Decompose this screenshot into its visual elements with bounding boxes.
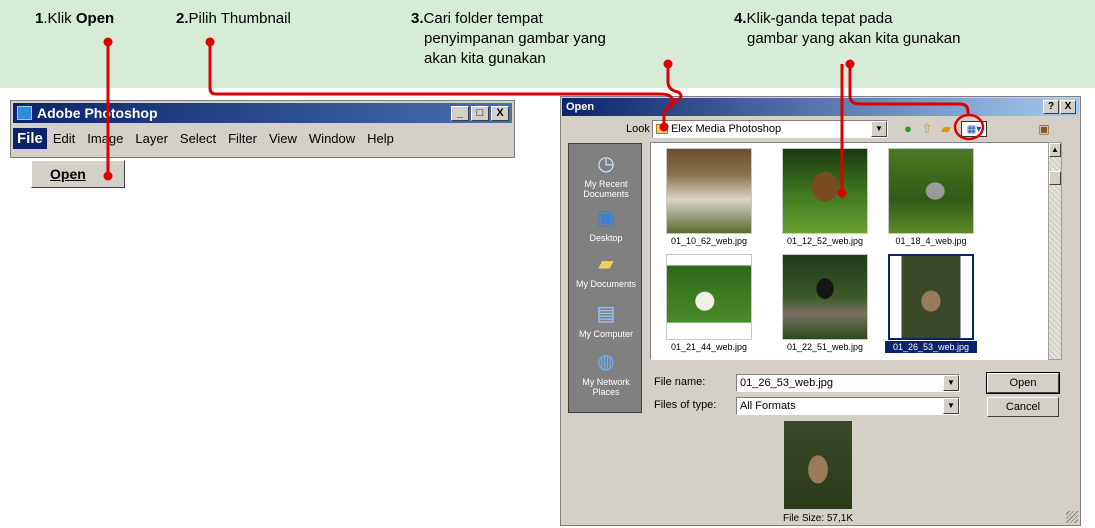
place-desktop[interactable]: ▣ Desktop	[569, 206, 643, 243]
menu-bar: File Edit Image Layer Select Filter View…	[13, 126, 512, 150]
file-name-caption: 01_12_52_web.jpg	[786, 236, 864, 246]
back-icon[interactable]: ●	[899, 121, 917, 137]
step-2-text: 2.Pilih Thumbnail	[176, 10, 291, 27]
file-name-caption: 01_21_44_web.jpg	[670, 342, 748, 352]
places-bar: ◷ My Recent Documents ▣ Desktop ▰ My Doc…	[568, 143, 642, 413]
thumbnail-image	[666, 254, 752, 340]
file-thumb[interactable]: 01_12_52_web.jpg	[779, 145, 871, 249]
folder-icon	[656, 124, 668, 134]
chevron-down-icon[interactable]: ▼	[943, 375, 959, 391]
place-recent[interactable]: ◷ My Recent Documents	[569, 152, 643, 199]
menu-filter[interactable]: Filter	[222, 131, 263, 146]
file-size-text: File Size: 57,1K	[782, 513, 854, 524]
views-menu-icon[interactable]: ▦▾	[961, 121, 987, 137]
file-thumb[interactable]: 01_22_51_web.jpg	[779, 251, 871, 355]
up-folder-icon[interactable]: ⇧	[918, 121, 936, 137]
open-button[interactable]: Open	[986, 372, 1060, 394]
recent-icon: ◷	[597, 153, 615, 175]
menu-file[interactable]: File	[13, 127, 47, 149]
menu-image[interactable]: Image	[81, 131, 129, 146]
cancel-button[interactable]: Cancel	[987, 397, 1059, 417]
files-of-type-dropdown[interactable]: All Formats ▼	[736, 397, 960, 415]
new-folder-icon[interactable]: ▰	[937, 121, 955, 137]
scroll-thumb[interactable]	[1049, 171, 1061, 185]
file-name-field[interactable]: 01_26_53_web.jpg ▼	[736, 374, 960, 392]
file-name-caption: 01_18_4_web.jpg	[895, 236, 967, 246]
file-thumbnail-list: 01_10_62_web.jpg 01_12_52_web.jpg 01_18_…	[650, 142, 1050, 360]
look-in-value: Elex Media Photoshop	[671, 123, 782, 135]
step-3-text: 3.Cari folder tempat penyimpanan gambar …	[411, 10, 606, 67]
menu-window[interactable]: Window	[303, 131, 361, 146]
file-thumb[interactable]: 01_21_44_web.jpg	[663, 251, 755, 355]
vertical-scrollbar[interactable]: ▲	[1048, 142, 1062, 360]
file-thumb[interactable]: 01_10_62_web.jpg	[663, 145, 755, 249]
dialog-titlebar: Open ? X	[562, 98, 1079, 116]
menu-layer[interactable]: Layer	[129, 131, 174, 146]
preview-image	[784, 421, 852, 509]
computer-icon: ▤	[596, 303, 616, 325]
open-dialog: Open ? X Look in: Elex Media Photoshop ▼…	[560, 96, 1081, 526]
scroll-up-icon[interactable]: ▲	[1049, 143, 1061, 157]
maximize-button[interactable]: □	[471, 106, 489, 121]
menu-edit[interactable]: Edit	[47, 131, 81, 146]
resize-grip-icon[interactable]	[1066, 511, 1078, 523]
thumbnail-image	[782, 148, 868, 234]
place-network[interactable]: ◍ My Network Places	[569, 350, 643, 397]
minimize-button[interactable]: _	[451, 106, 469, 121]
menu-view[interactable]: View	[263, 131, 303, 146]
open-menu-item[interactable]: Open	[31, 160, 125, 188]
photoshop-window: Adobe Photoshop _ □ X File Edit Image La…	[10, 100, 515, 158]
folder-options-icon[interactable]: ▣	[1035, 121, 1053, 137]
menu-select[interactable]: Select	[174, 131, 222, 146]
instruction-banner: 1.Klik Open 2.Pilih Thumbnail 3.Cari fol…	[0, 0, 1095, 88]
step-1-text: 1.Klik Open	[35, 10, 115, 27]
thumbnail-image	[782, 254, 868, 340]
file-thumb[interactable]: 01_18_4_web.jpg	[885, 145, 977, 249]
chevron-down-icon[interactable]: ▼	[943, 398, 959, 414]
thumbnail-image	[888, 254, 974, 340]
files-of-type-label: Files of type:	[654, 399, 717, 411]
thumbnail-image	[888, 148, 974, 234]
help-button[interactable]: ?	[1043, 100, 1059, 114]
dialog-close-button[interactable]: X	[1060, 100, 1076, 114]
window-title: Adobe Photoshop	[37, 105, 158, 121]
menu-help[interactable]: Help	[361, 131, 400, 146]
chevron-down-icon[interactable]: ▼	[871, 121, 887, 137]
file-name-caption: 01_22_51_web.jpg	[786, 342, 864, 352]
desktop-icon: ▣	[596, 207, 616, 229]
file-name-caption: 01_26_53_web.jpg	[885, 341, 977, 353]
photoshop-titlebar: Adobe Photoshop _ □ X	[13, 103, 512, 123]
place-computer[interactable]: ▤ My Computer	[569, 302, 643, 339]
thumbnail-image	[666, 148, 752, 234]
close-button[interactable]: X	[491, 106, 509, 121]
step-4-text: 4.Klik-ganda tepat pada gambar yang akan…	[734, 10, 961, 47]
place-documents[interactable]: ▰ My Documents	[569, 252, 643, 289]
file-name-caption: 01_10_62_web.jpg	[670, 236, 748, 246]
network-icon: ◍	[597, 351, 615, 373]
dialog-title: Open	[566, 101, 595, 113]
look-in-dropdown[interactable]: Elex Media Photoshop ▼	[652, 120, 888, 138]
photoshop-logo-icon	[17, 106, 32, 120]
file-name-label: File name:	[654, 376, 706, 388]
file-thumb-selected[interactable]: 01_26_53_web.jpg	[885, 251, 977, 355]
documents-icon: ▰	[598, 253, 614, 275]
